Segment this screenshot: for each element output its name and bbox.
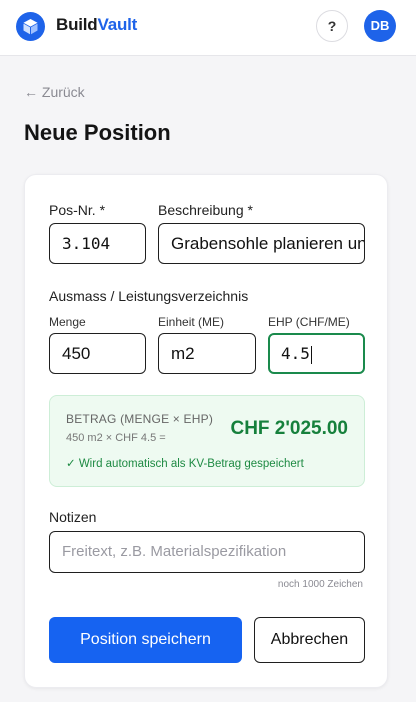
position-form-card: Pos-Nr. * 3.104 Beschreibung * Grabensoh… bbox=[24, 174, 388, 688]
cube-icon bbox=[16, 12, 45, 41]
einheit-label: Einheit (ME) bbox=[158, 315, 225, 329]
menge-input[interactable]: 450 bbox=[49, 333, 146, 374]
char-count: noch 1000 Zeichen bbox=[277, 579, 363, 590]
text-caret bbox=[310, 345, 312, 364]
beschreibung-label: Beschreibung * bbox=[158, 202, 253, 218]
help-button[interactable]: ? bbox=[316, 10, 348, 42]
save-position-button[interactable]: Position speichern bbox=[49, 617, 242, 663]
menge-label: Menge bbox=[49, 315, 86, 329]
betrag-formula: 450 m2 × CHF 4.5 = bbox=[66, 432, 166, 444]
top-bar: BuildVault ? DB bbox=[0, 0, 416, 56]
betrag-amount: CHF 2'025.00 bbox=[230, 418, 348, 439]
brand-part-build: Build bbox=[56, 15, 98, 34]
notizen-placeholder: Freitext, z.B. Materialspezifikation bbox=[62, 543, 287, 560]
page-title: Neue Position bbox=[24, 120, 171, 145]
brand-part-vault: Vault bbox=[97, 15, 138, 34]
notizen-label: Notizen bbox=[49, 509, 97, 525]
einheit-input[interactable]: m2 bbox=[158, 333, 256, 374]
ehp-value: 4.5 bbox=[281, 344, 310, 363]
posnr-label: Pos-Nr. * bbox=[49, 202, 106, 218]
ausmass-section-label: Ausmass / Leistungsverzeichnis bbox=[49, 288, 249, 304]
betrag-label: BETRAG (MENGE × EHP) bbox=[66, 412, 214, 426]
cancel-button[interactable]: Abbrechen bbox=[254, 617, 365, 663]
posnr-input[interactable]: 3.104 bbox=[49, 223, 146, 264]
notizen-textarea[interactable]: Freitext, z.B. Materialspezifikation bbox=[49, 531, 365, 573]
avatar[interactable]: DB bbox=[364, 10, 396, 42]
ehp-input[interactable]: 4.5 bbox=[268, 333, 365, 374]
brand-name[interactable]: BuildVault bbox=[56, 15, 137, 35]
ehp-label: EHP (CHF/ME) bbox=[268, 315, 350, 329]
betrag-note: ✓ Wird automatisch als KV-Betrag gespeic… bbox=[66, 458, 304, 470]
back-link[interactable]: ← Zurück bbox=[24, 84, 85, 100]
betrag-summary: BETRAG (MENGE × EHP) 450 m2 × CHF 4.5 = … bbox=[49, 395, 365, 487]
beschreibung-input[interactable]: Grabensohle planieren und verdichten bbox=[158, 223, 365, 264]
